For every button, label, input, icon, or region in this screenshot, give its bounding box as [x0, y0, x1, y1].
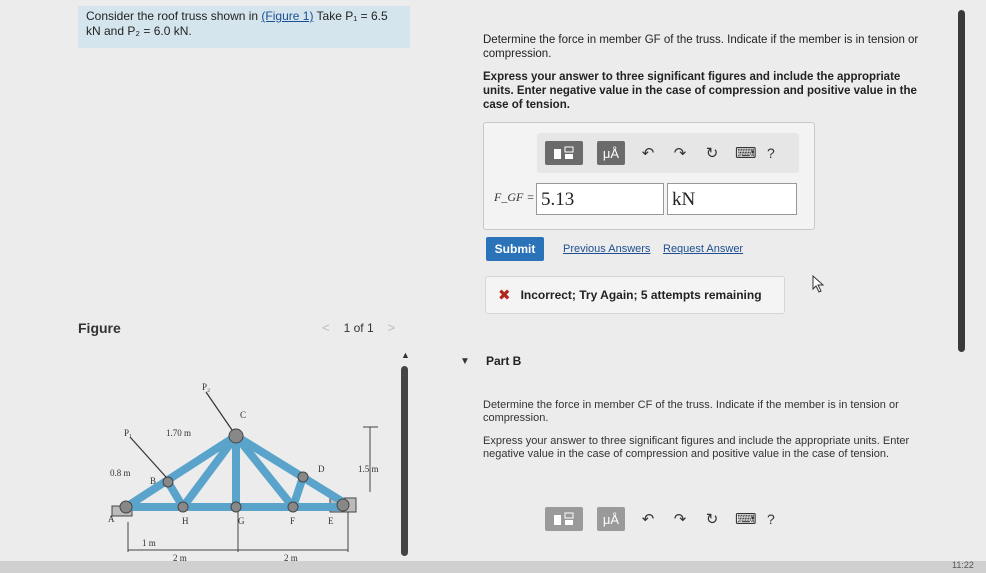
- joint-h-label: H: [182, 516, 189, 526]
- joint-b-label: B: [150, 476, 156, 486]
- reset-icon[interactable]: ↻: [703, 144, 721, 162]
- dim-08-label: 0.8 m: [110, 468, 131, 478]
- prev-figure-button[interactable]: <: [322, 320, 330, 335]
- figure-title: Figure: [78, 320, 121, 336]
- member-cf: [232, 432, 297, 511]
- force-label: F_GF =: [494, 190, 535, 204]
- feedback-text: Incorrect; Try Again; 5 attempts remaini…: [520, 288, 762, 302]
- value-input[interactable]: 5.13: [536, 183, 664, 215]
- statement-line2: kN and P₂ = 6.0 kN.: [86, 24, 192, 38]
- joint-g-label: G: [238, 516, 245, 526]
- page-scrollbar[interactable]: [958, 10, 965, 352]
- problem-statement: Consider the roof truss shown in (Figure…: [78, 6, 410, 48]
- submit-button[interactable]: Submit: [486, 237, 544, 261]
- taskbar: [0, 561, 986, 573]
- next-figure-button[interactable]: >: [388, 320, 396, 335]
- part-b-title[interactable]: Part B: [486, 354, 521, 368]
- member-ch: [179, 432, 240, 511]
- member-ce: [232, 432, 347, 506]
- dim-170-label: 1.70 m: [166, 428, 191, 438]
- scroll-up-arrow-icon[interactable]: ▲: [401, 350, 410, 360]
- help-icon[interactable]: ?: [767, 145, 775, 161]
- statement-text-tail: Take P₁ = 6.5: [313, 9, 388, 23]
- joint-d-label: D: [318, 464, 325, 474]
- request-answer-link[interactable]: Request Answer: [663, 243, 743, 255]
- figure-link[interactable]: (Figure 1): [261, 9, 313, 23]
- reset-icon-part-b[interactable]: ↻: [703, 510, 721, 528]
- part-b-instructions: Express your answer to three significant…: [483, 435, 910, 460]
- mouse-cursor-icon: [812, 275, 825, 293]
- keyboard-icon-part-b[interactable]: ⌨: [735, 510, 757, 528]
- templates-icon-part-b[interactable]: [545, 507, 583, 531]
- joint-c-label: C: [240, 410, 246, 420]
- figure-pager: < 1 of 1 >: [322, 320, 395, 335]
- truss-figure: P₁ P₂ A B C D E H G F 1.70 m 0.8 m 1.5 m…: [108, 382, 379, 563]
- math-toolbar-part-b: μÅ ↶ ↷ ↻ ⌨ ?: [537, 503, 799, 535]
- templates-icon[interactable]: [545, 141, 583, 165]
- keyboard-icon[interactable]: ⌨: [735, 144, 757, 162]
- dim-15-label: 1.5 m: [358, 464, 379, 474]
- error-x-icon: ✖: [498, 287, 511, 304]
- collapse-caret-icon[interactable]: ▼: [460, 356, 470, 367]
- units-button-part-b[interactable]: μÅ: [597, 507, 625, 531]
- undo-icon[interactable]: ↶: [639, 144, 657, 162]
- math-toolbar: μÅ ↶ ↷ ↻ ⌨ ?: [537, 133, 799, 173]
- previous-answers-link[interactable]: Previous Answers: [563, 243, 650, 255]
- redo-icon-part-b[interactable]: ↷: [671, 510, 689, 528]
- figure-page-count: 1 of 1: [343, 320, 374, 335]
- part-a-question: Determine the force in member GF of the …: [483, 34, 919, 60]
- feedback-message: ✖ Incorrect; Try Again; 5 attempts remai…: [485, 276, 785, 314]
- part-a-instructions: Express your answer to three significant…: [483, 71, 917, 111]
- joint-e-label: E: [328, 516, 334, 526]
- redo-icon[interactable]: ↷: [671, 144, 689, 162]
- part-b-question: Determine the force in member CF of the …: [483, 399, 899, 424]
- figure-scrollbar[interactable]: [401, 366, 408, 556]
- p1-label: P₁: [124, 428, 132, 438]
- joint-a-label: A: [108, 514, 115, 524]
- joint-f-label: F: [290, 516, 295, 526]
- undo-icon-part-b[interactable]: ↶: [639, 510, 657, 528]
- dim-1-label: 1 m: [142, 538, 156, 548]
- clock: 11:22: [952, 560, 974, 570]
- units-input[interactable]: kN: [667, 183, 797, 215]
- help-icon-part-b[interactable]: ?: [767, 511, 775, 527]
- units-button[interactable]: μÅ: [597, 141, 625, 165]
- statement-text: Consider the roof truss shown in: [86, 9, 262, 23]
- p2-label: P₂: [202, 382, 210, 392]
